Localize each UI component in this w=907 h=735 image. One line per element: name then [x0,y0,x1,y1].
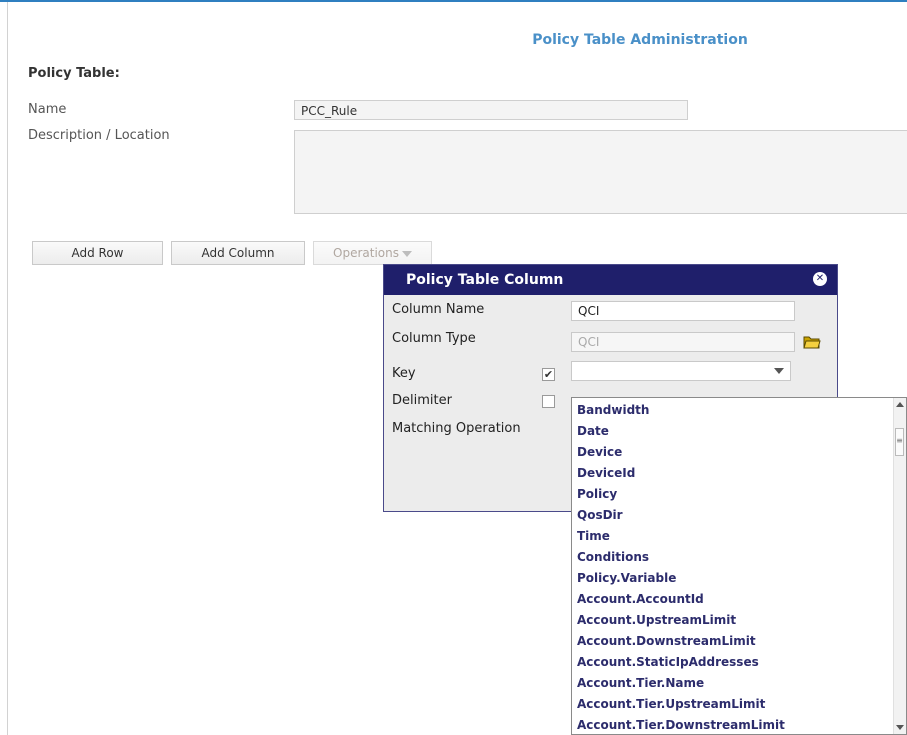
delimiter-checkbox[interactable] [542,395,555,408]
section-label: Policy Table: [28,66,120,81]
name-input[interactable]: PCC_Rule [294,100,688,120]
column-name-label: Column Name [392,302,485,317]
dropdown-item[interactable]: Account.DownstreamLimit [577,634,756,648]
dropdown-item[interactable]: Date [577,424,609,438]
dropdown-item[interactable]: Account.Tier.DownstreamLimit [577,718,785,732]
description-label: Description / Location [28,128,170,143]
column-type-input[interactable]: QCI [571,332,795,352]
dropdown-item[interactable]: Account.StaticIpAddresses [577,655,759,669]
description-textarea[interactable] [294,130,907,214]
top-accent-bar [0,0,907,2]
column-type-dropdown-list[interactable]: Bandwidth Date Device DeviceId Policy QosDir T… [571,397,907,735]
add-column-button[interactable]: Add Column [171,241,305,265]
dropdown-item[interactable]: Conditions [577,550,649,564]
dialog-title: Policy Table Column [406,272,564,288]
dropdown-item[interactable]: Policy.Variable [577,571,676,585]
chevron-down-icon [401,250,412,257]
folder-open-icon[interactable] [803,335,821,349]
dropdown-item[interactable]: Device [577,445,622,459]
operations-label: Operations [333,246,399,260]
dropdown-item[interactable]: DeviceId [577,466,635,480]
scroll-thumb[interactable]: ≡ [895,428,904,456]
operations-button[interactable]: Operations [313,241,432,265]
dropdown-item[interactable]: Account.AccountId [577,592,704,606]
left-border [7,2,8,735]
matching-operation-label: Matching Operation [392,421,521,436]
dropdown-item[interactable]: QosDir [577,508,623,522]
chevron-down-icon [774,368,784,374]
delimiter-label: Delimiter [392,393,452,408]
dropdown-item[interactable]: Time [577,529,610,543]
dropdown-item[interactable]: Policy [577,487,617,501]
close-icon[interactable]: ✕ [813,272,827,286]
dropdown-scrollbar[interactable]: ≡ [893,398,906,734]
key-label: Key [392,366,416,381]
name-label: Name [28,102,67,117]
column-type-label: Column Type [392,331,476,346]
scroll-down-icon[interactable] [896,725,904,730]
dropdown-item[interactable]: Account.Tier.Name [577,676,704,690]
dropdown-item[interactable]: Account.Tier.UpstreamLimit [577,697,765,711]
page-title: Policy Table Administration [532,32,748,48]
column-name-input[interactable]: QCI [571,301,795,321]
scroll-up-icon[interactable] [896,402,904,407]
key-checkbox[interactable]: ✔ [542,368,555,381]
key-select[interactable] [571,361,791,381]
add-row-button[interactable]: Add Row [32,241,163,265]
dropdown-item[interactable]: Bandwidth [577,403,649,417]
dropdown-item[interactable]: Account.UpstreamLimit [577,613,736,627]
dialog-header: Policy Table Column ✕ [384,265,837,295]
